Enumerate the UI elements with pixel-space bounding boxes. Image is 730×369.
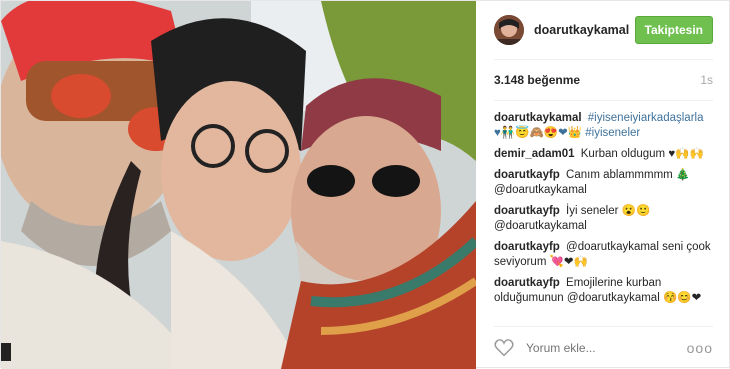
- likes-count[interactable]: 3.148 beğenme: [494, 73, 580, 87]
- add-comment-input[interactable]: [524, 340, 687, 356]
- heart-icon[interactable]: [494, 339, 514, 357]
- comment-username[interactable]: doarutkayfp: [494, 277, 560, 289]
- more-options-icon[interactable]: ooo: [687, 340, 713, 356]
- comment-username[interactable]: doarutkayfp: [494, 241, 560, 253]
- comment-item: doarutkayfp @doarutkaykamal seni çook se…: [494, 240, 713, 270]
- post-photo[interactable]: [1, 1, 476, 369]
- comment-text: Kurban oldugum ♥🙌🙌: [580, 148, 704, 160]
- post-author-username[interactable]: doarutkaykamal: [534, 23, 635, 37]
- avatar[interactable]: [494, 15, 524, 45]
- instagram-post: doarutkaykamal Takiptesin 3.148 beğenme …: [0, 0, 730, 369]
- comment-username[interactable]: demir_adam01: [494, 148, 575, 160]
- comment-username[interactable]: doarutkayfp: [494, 205, 560, 217]
- comment-item: doarutkayfp İyi seneler 😮🙂 @doarutkaykam…: [494, 204, 713, 234]
- post-meta: 3.148 beğenme 1s: [494, 60, 713, 101]
- comment-username[interactable]: doarutkayfp: [494, 169, 560, 181]
- comment-item: doarutkaykamal #iyiseneiyiarkadaşlarla ♥…: [494, 111, 713, 141]
- post-sidebar: doarutkaykamal Takiptesin 3.148 beğenme …: [476, 1, 730, 369]
- comment-item: doarutkayfp Canım ablammmmm 🎄 @doarutkay…: [494, 168, 713, 198]
- post-header: doarutkaykamal Takiptesin: [494, 1, 713, 60]
- selfie-photo-illustration: [1, 1, 476, 369]
- follow-button[interactable]: Takiptesin: [634, 16, 713, 44]
- comment-item: demir_adam01 Kurban oldugum ♥🙌🙌: [494, 147, 713, 162]
- comment-username[interactable]: doarutkaykamal: [494, 112, 582, 124]
- comment-item: doarutkayfp Emojilerine kurban olduğumun…: [494, 276, 713, 306]
- post-time[interactable]: 1s: [700, 73, 713, 87]
- post-footer: ooo: [494, 326, 713, 369]
- avatar-image: [494, 15, 524, 45]
- comments-list: doarutkaykamal #iyiseneiyiarkadaşlarla ♥…: [494, 101, 713, 311]
